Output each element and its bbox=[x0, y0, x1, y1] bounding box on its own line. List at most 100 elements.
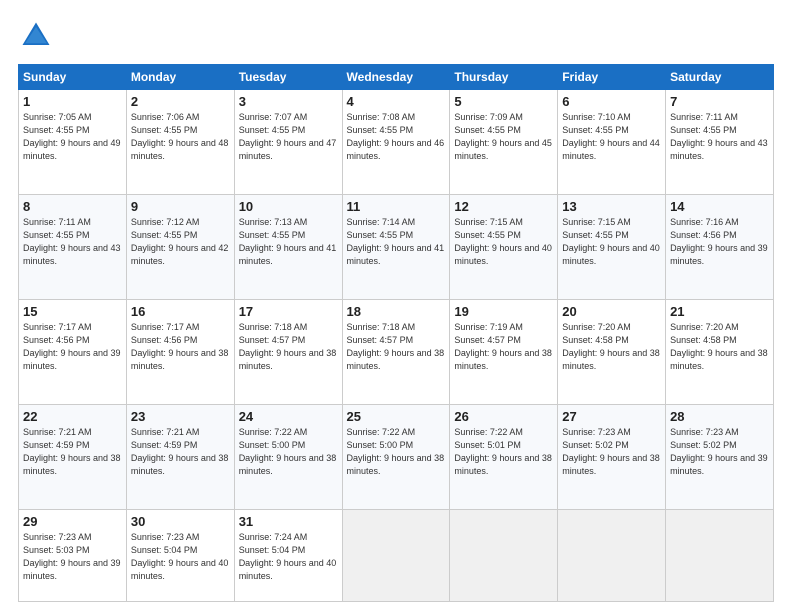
day-info: Sunrise: 7:15 AM Sunset: 4:55 PM Dayligh… bbox=[562, 216, 661, 268]
page: SundayMondayTuesdayWednesdayThursdayFrid… bbox=[0, 0, 792, 612]
calendar-body: 1 Sunrise: 7:05 AM Sunset: 4:55 PM Dayli… bbox=[19, 90, 774, 602]
calendar-cell: 27 Sunrise: 7:23 AM Sunset: 5:02 PM Dayl… bbox=[558, 404, 666, 509]
calendar-cell: 24 Sunrise: 7:22 AM Sunset: 5:00 PM Dayl… bbox=[234, 404, 342, 509]
calendar-cell: 1 Sunrise: 7:05 AM Sunset: 4:55 PM Dayli… bbox=[19, 90, 127, 195]
day-number: 25 bbox=[347, 409, 446, 424]
calendar-cell: 3 Sunrise: 7:07 AM Sunset: 4:55 PM Dayli… bbox=[234, 90, 342, 195]
calendar-cell: 11 Sunrise: 7:14 AM Sunset: 4:55 PM Dayl… bbox=[342, 194, 450, 299]
day-number: 2 bbox=[131, 94, 230, 109]
calendar-cell: 9 Sunrise: 7:12 AM Sunset: 4:55 PM Dayli… bbox=[126, 194, 234, 299]
calendar-cell: 26 Sunrise: 7:22 AM Sunset: 5:01 PM Dayl… bbox=[450, 404, 558, 509]
day-number: 30 bbox=[131, 514, 230, 529]
dow-tuesday: Tuesday bbox=[234, 65, 342, 90]
day-number: 26 bbox=[454, 409, 553, 424]
day-number: 21 bbox=[670, 304, 769, 319]
day-info: Sunrise: 7:10 AM Sunset: 4:55 PM Dayligh… bbox=[562, 111, 661, 163]
calendar-cell: 4 Sunrise: 7:08 AM Sunset: 4:55 PM Dayli… bbox=[342, 90, 450, 195]
calendar-cell bbox=[558, 509, 666, 601]
day-info: Sunrise: 7:11 AM Sunset: 4:55 PM Dayligh… bbox=[23, 216, 122, 268]
dow-wednesday: Wednesday bbox=[342, 65, 450, 90]
calendar-table: SundayMondayTuesdayWednesdayThursdayFrid… bbox=[18, 64, 774, 602]
calendar-cell: 5 Sunrise: 7:09 AM Sunset: 4:55 PM Dayli… bbox=[450, 90, 558, 195]
calendar-cell: 19 Sunrise: 7:19 AM Sunset: 4:57 PM Dayl… bbox=[450, 299, 558, 404]
day-number: 19 bbox=[454, 304, 553, 319]
day-info: Sunrise: 7:07 AM Sunset: 4:55 PM Dayligh… bbox=[239, 111, 338, 163]
day-info: Sunrise: 7:22 AM Sunset: 5:00 PM Dayligh… bbox=[239, 426, 338, 478]
calendar-cell: 30 Sunrise: 7:23 AM Sunset: 5:04 PM Dayl… bbox=[126, 509, 234, 601]
day-number: 11 bbox=[347, 199, 446, 214]
calendar-cell: 16 Sunrise: 7:17 AM Sunset: 4:56 PM Dayl… bbox=[126, 299, 234, 404]
day-number: 23 bbox=[131, 409, 230, 424]
calendar-cell: 28 Sunrise: 7:23 AM Sunset: 5:02 PM Dayl… bbox=[666, 404, 774, 509]
calendar-cell: 23 Sunrise: 7:21 AM Sunset: 4:59 PM Dayl… bbox=[126, 404, 234, 509]
logo-icon bbox=[18, 18, 54, 54]
day-info: Sunrise: 7:17 AM Sunset: 4:56 PM Dayligh… bbox=[131, 321, 230, 373]
day-info: Sunrise: 7:09 AM Sunset: 4:55 PM Dayligh… bbox=[454, 111, 553, 163]
calendar-cell: 6 Sunrise: 7:10 AM Sunset: 4:55 PM Dayli… bbox=[558, 90, 666, 195]
calendar-cell: 22 Sunrise: 7:21 AM Sunset: 4:59 PM Dayl… bbox=[19, 404, 127, 509]
dow-friday: Friday bbox=[558, 65, 666, 90]
calendar-cell: 17 Sunrise: 7:18 AM Sunset: 4:57 PM Dayl… bbox=[234, 299, 342, 404]
header bbox=[18, 18, 774, 54]
day-info: Sunrise: 7:06 AM Sunset: 4:55 PM Dayligh… bbox=[131, 111, 230, 163]
calendar-cell: 8 Sunrise: 7:11 AM Sunset: 4:55 PM Dayli… bbox=[19, 194, 127, 299]
day-number: 12 bbox=[454, 199, 553, 214]
week-row-2: 8 Sunrise: 7:11 AM Sunset: 4:55 PM Dayli… bbox=[19, 194, 774, 299]
day-info: Sunrise: 7:16 AM Sunset: 4:56 PM Dayligh… bbox=[670, 216, 769, 268]
day-info: Sunrise: 7:18 AM Sunset: 4:57 PM Dayligh… bbox=[347, 321, 446, 373]
day-info: Sunrise: 7:05 AM Sunset: 4:55 PM Dayligh… bbox=[23, 111, 122, 163]
day-number: 10 bbox=[239, 199, 338, 214]
calendar-cell bbox=[450, 509, 558, 601]
calendar-cell: 10 Sunrise: 7:13 AM Sunset: 4:55 PM Dayl… bbox=[234, 194, 342, 299]
day-number: 16 bbox=[131, 304, 230, 319]
calendar-cell: 25 Sunrise: 7:22 AM Sunset: 5:00 PM Dayl… bbox=[342, 404, 450, 509]
calendar-cell: 18 Sunrise: 7:18 AM Sunset: 4:57 PM Dayl… bbox=[342, 299, 450, 404]
calendar-cell: 14 Sunrise: 7:16 AM Sunset: 4:56 PM Dayl… bbox=[666, 194, 774, 299]
day-number: 28 bbox=[670, 409, 769, 424]
day-number: 8 bbox=[23, 199, 122, 214]
dow-monday: Monday bbox=[126, 65, 234, 90]
day-number: 7 bbox=[670, 94, 769, 109]
week-row-1: 1 Sunrise: 7:05 AM Sunset: 4:55 PM Dayli… bbox=[19, 90, 774, 195]
dow-saturday: Saturday bbox=[666, 65, 774, 90]
calendar-cell: 31 Sunrise: 7:24 AM Sunset: 5:04 PM Dayl… bbox=[234, 509, 342, 601]
day-number: 13 bbox=[562, 199, 661, 214]
day-number: 17 bbox=[239, 304, 338, 319]
day-info: Sunrise: 7:08 AM Sunset: 4:55 PM Dayligh… bbox=[347, 111, 446, 163]
day-info: Sunrise: 7:22 AM Sunset: 5:00 PM Dayligh… bbox=[347, 426, 446, 478]
day-number: 27 bbox=[562, 409, 661, 424]
day-number: 15 bbox=[23, 304, 122, 319]
day-number: 22 bbox=[23, 409, 122, 424]
day-info: Sunrise: 7:21 AM Sunset: 4:59 PM Dayligh… bbox=[23, 426, 122, 478]
calendar-cell: 12 Sunrise: 7:15 AM Sunset: 4:55 PM Dayl… bbox=[450, 194, 558, 299]
logo bbox=[18, 18, 60, 54]
calendar-cell bbox=[342, 509, 450, 601]
day-info: Sunrise: 7:12 AM Sunset: 4:55 PM Dayligh… bbox=[131, 216, 230, 268]
calendar-cell: 20 Sunrise: 7:20 AM Sunset: 4:58 PM Dayl… bbox=[558, 299, 666, 404]
day-number: 5 bbox=[454, 94, 553, 109]
calendar-cell bbox=[666, 509, 774, 601]
week-row-3: 15 Sunrise: 7:17 AM Sunset: 4:56 PM Dayl… bbox=[19, 299, 774, 404]
days-of-week-row: SundayMondayTuesdayWednesdayThursdayFrid… bbox=[19, 65, 774, 90]
dow-thursday: Thursday bbox=[450, 65, 558, 90]
calendar-cell: 2 Sunrise: 7:06 AM Sunset: 4:55 PM Dayli… bbox=[126, 90, 234, 195]
day-info: Sunrise: 7:23 AM Sunset: 5:03 PM Dayligh… bbox=[23, 531, 122, 583]
day-number: 1 bbox=[23, 94, 122, 109]
day-info: Sunrise: 7:23 AM Sunset: 5:04 PM Dayligh… bbox=[131, 531, 230, 583]
day-number: 31 bbox=[239, 514, 338, 529]
day-number: 20 bbox=[562, 304, 661, 319]
day-info: Sunrise: 7:18 AM Sunset: 4:57 PM Dayligh… bbox=[239, 321, 338, 373]
day-number: 3 bbox=[239, 94, 338, 109]
dow-sunday: Sunday bbox=[19, 65, 127, 90]
week-row-5: 29 Sunrise: 7:23 AM Sunset: 5:03 PM Dayl… bbox=[19, 509, 774, 601]
day-info: Sunrise: 7:20 AM Sunset: 4:58 PM Dayligh… bbox=[670, 321, 769, 373]
day-number: 6 bbox=[562, 94, 661, 109]
calendar-cell: 15 Sunrise: 7:17 AM Sunset: 4:56 PM Dayl… bbox=[19, 299, 127, 404]
day-info: Sunrise: 7:22 AM Sunset: 5:01 PM Dayligh… bbox=[454, 426, 553, 478]
day-number: 9 bbox=[131, 199, 230, 214]
day-info: Sunrise: 7:23 AM Sunset: 5:02 PM Dayligh… bbox=[670, 426, 769, 478]
day-info: Sunrise: 7:20 AM Sunset: 4:58 PM Dayligh… bbox=[562, 321, 661, 373]
day-info: Sunrise: 7:13 AM Sunset: 4:55 PM Dayligh… bbox=[239, 216, 338, 268]
calendar-cell: 7 Sunrise: 7:11 AM Sunset: 4:55 PM Dayli… bbox=[666, 90, 774, 195]
day-info: Sunrise: 7:24 AM Sunset: 5:04 PM Dayligh… bbox=[239, 531, 338, 583]
